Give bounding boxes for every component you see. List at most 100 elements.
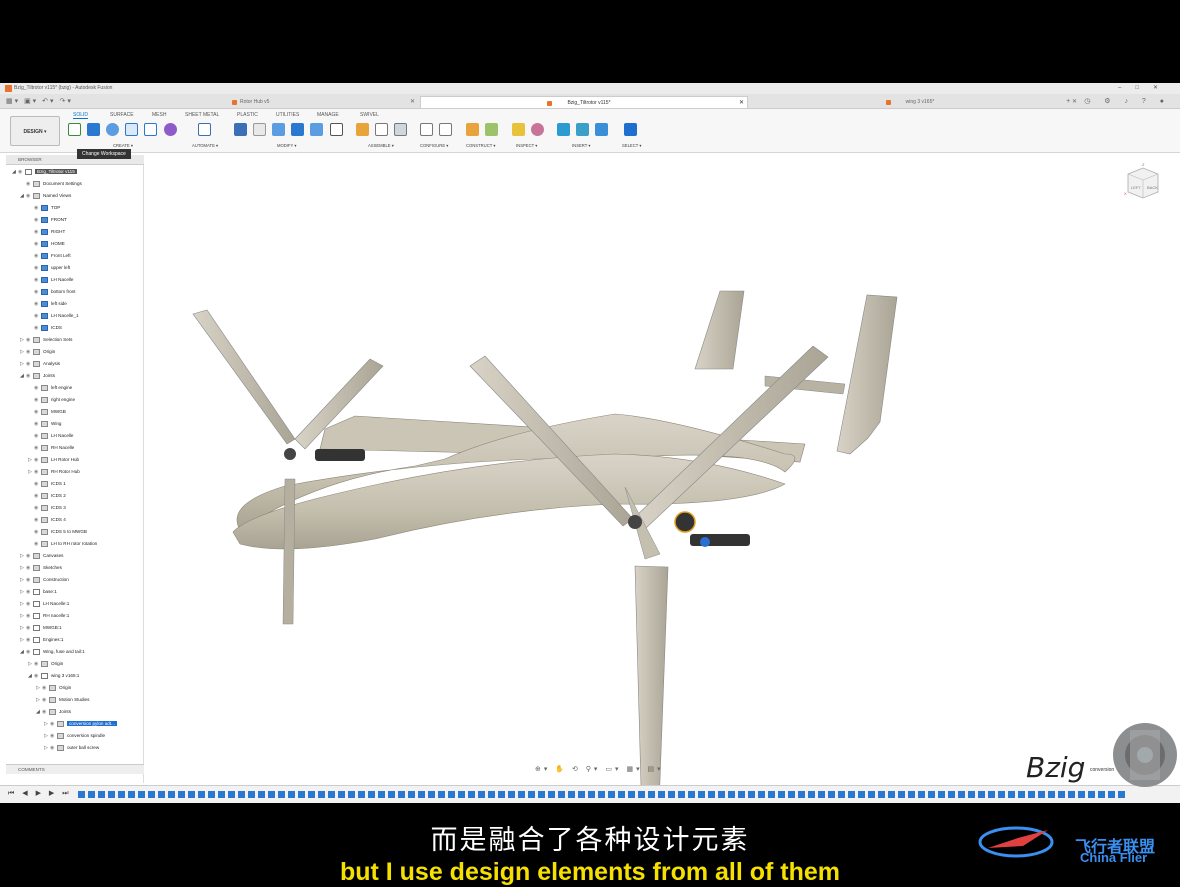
timeline-feature-icon[interactable] (708, 791, 715, 798)
group-label-automate[interactable]: AUTOMATE ▾ (192, 143, 218, 148)
timeline-feature-icon[interactable] (798, 791, 805, 798)
timeline-feature-icon[interactable] (598, 791, 605, 798)
close-icon[interactable]: ✕ (739, 97, 744, 109)
timeline-feature-icon[interactable] (728, 791, 735, 798)
navigation-bar[interactable]: ⊕▾ ✋ ⟲ ⚲▾ ▭▾ ▦▾ ▤▾ (535, 765, 664, 773)
tab-solid[interactable]: SOLID (73, 112, 89, 119)
timeline-feature-icon[interactable] (678, 791, 685, 798)
timeline-feature-icon[interactable] (1078, 791, 1085, 798)
browser-item[interactable]: ◉ right engine (28, 395, 75, 404)
timeline-feature-icon[interactable] (1008, 791, 1015, 798)
timeline-feature-icon[interactable] (408, 791, 415, 798)
timeline-feature-icon[interactable] (338, 791, 345, 798)
timeline-feature-icon[interactable] (168, 791, 175, 798)
visibility-eye-icon[interactable]: ◉ (26, 636, 33, 645)
timeline-feature-icon[interactable] (608, 791, 615, 798)
window-controls[interactable]: –□✕ (1118, 83, 1172, 94)
browser-item[interactable]: ▷ ◉ LH Nacelle:1 (20, 599, 69, 608)
browser-item[interactable]: ◢ ◉ wing 3 v165:1 (28, 671, 79, 680)
group-label-inspect[interactable]: INSPECT ▾ (516, 143, 537, 148)
timeline-feature-icon[interactable] (658, 791, 665, 798)
browser-item[interactable]: ▷ ◉ MWGB:1 (20, 623, 62, 632)
browser-item[interactable]: ◉ left engine (28, 383, 72, 392)
timeline-feature-icon[interactable] (288, 791, 295, 798)
timeline-feature-icon[interactable] (568, 791, 575, 798)
visibility-eye-icon[interactable]: ◉ (26, 192, 33, 201)
timeline-feature-icon[interactable] (928, 791, 935, 798)
visibility-eye-icon[interactable]: ◉ (26, 564, 33, 573)
browser-item[interactable]: ◢ ◉ Named Views (20, 191, 71, 200)
timeline-feature-icon[interactable] (758, 791, 765, 798)
timeline-feature-icon[interactable] (908, 791, 915, 798)
press-pull-icon[interactable] (234, 123, 247, 136)
timeline-feature-icon[interactable] (1038, 791, 1045, 798)
section-analysis-icon[interactable] (531, 123, 544, 136)
timeline-feature-icon[interactable] (78, 791, 85, 798)
timeline-feature-icon[interactable] (318, 791, 325, 798)
timeline-feature-icon[interactable] (638, 791, 645, 798)
timeline-feature-icon[interactable] (578, 791, 585, 798)
visibility-eye-icon[interactable]: ◉ (34, 660, 41, 669)
group-label-construct[interactable]: CONSTRUCT ▾ (466, 143, 495, 148)
fillet-icon[interactable] (253, 123, 266, 136)
group-label-configure[interactable]: CONFIGURE ▾ (420, 143, 448, 148)
timeline-feature-icon[interactable] (888, 791, 895, 798)
timeline-feature-icon[interactable] (778, 791, 785, 798)
browser-item[interactable]: ▷ ◉ Origin (28, 659, 63, 668)
visibility-eye-icon[interactable]: ◉ (26, 180, 33, 189)
automate-icon[interactable] (198, 123, 211, 136)
browser-item[interactable]: ◉ ICDS 4 (28, 515, 66, 524)
timeline-feature-icon[interactable] (838, 791, 845, 798)
timeline-feature-icon[interactable] (308, 791, 315, 798)
browser-item[interactable]: ◉ ICDS (28, 323, 62, 332)
browser-item[interactable]: ◉ ICDS 2 (28, 491, 66, 500)
shell-icon[interactable] (291, 123, 304, 136)
browser-item[interactable]: ▷ ◉ Engines:1 (20, 635, 63, 644)
group-label-create[interactable]: CREATE ▾ (113, 143, 133, 148)
timeline-feature-icon[interactable] (878, 791, 885, 798)
canvas-viewport[interactable]: LEFT BACK X Z ⊕▾ ✋ ⟲ ⚲▾ ▭▾ ▦▾ ▤▾ (145, 154, 1180, 803)
timeline-feature-icon[interactable] (938, 791, 945, 798)
visibility-eye-icon[interactable]: ◉ (34, 492, 41, 501)
visibility-eye-icon[interactable]: ◉ (34, 504, 41, 513)
timeline-feature-icon[interactable] (958, 791, 965, 798)
browser-item[interactable]: ◢ ◉ Joints (20, 371, 55, 380)
visibility-eye-icon[interactable]: ◉ (34, 468, 41, 477)
visibility-eye-icon[interactable]: ◉ (26, 552, 33, 561)
browser-item[interactable]: ▷ ◉ conversion pylon adt... (44, 719, 117, 728)
timeline-feature-icon[interactable] (138, 791, 145, 798)
visibility-eye-icon[interactable]: ◉ (34, 300, 41, 309)
browser-item[interactable]: ◉ LH to RH rotor rotation (28, 539, 97, 548)
timeline-feature-icon[interactable] (588, 791, 595, 798)
timeline-feature-icon[interactable] (738, 791, 745, 798)
create-sketch-icon[interactable] (68, 123, 81, 136)
timeline-feature-icon[interactable] (358, 791, 365, 798)
visibility-eye-icon[interactable]: ◉ (34, 276, 41, 285)
timeline-feature-icon[interactable] (108, 791, 115, 798)
timeline-feature-icon[interactable] (508, 791, 515, 798)
insert-mesh-icon[interactable] (576, 123, 589, 136)
visibility-eye-icon[interactable]: ◉ (34, 204, 41, 213)
browser-item[interactable]: ▷ ◉ Origin (36, 683, 71, 692)
tab-plastic[interactable]: PLASTIC (237, 112, 258, 118)
visibility-eye-icon[interactable]: ◉ (34, 480, 41, 489)
browser-item[interactable]: ◉ RIGHT (28, 227, 65, 236)
browser-item[interactable]: ◉ Wing (28, 419, 61, 428)
browser-item[interactable]: ▷ ◉ RH Rotor Hub (28, 467, 80, 476)
browser-item[interactable]: ◉ ICDS 1 (28, 479, 66, 488)
visibility-eye-icon[interactable]: ◉ (50, 744, 57, 753)
hole-icon[interactable] (125, 123, 138, 136)
group-label-modify[interactable]: MODIFY ▾ (277, 143, 296, 148)
timeline-feature-icon[interactable] (1068, 791, 1075, 798)
visibility-eye-icon[interactable]: ◉ (34, 216, 41, 225)
timeline-controls[interactable]: ⏮ ◀ ▶ ▶ ⏭ (8, 789, 72, 798)
timeline-feature-icon[interactable] (268, 791, 275, 798)
browser-item[interactable]: ◉ Document Settings (20, 179, 82, 188)
tab-sheet-metal[interactable]: SHEET METAL (185, 112, 219, 118)
visibility-eye-icon[interactable]: ◉ (26, 360, 33, 369)
timeline-feature-icon[interactable] (148, 791, 155, 798)
timeline-feature-icon[interactable] (998, 791, 1005, 798)
timeline-feature-icon[interactable] (208, 791, 215, 798)
browser-item[interactable]: ◉ FRONT (28, 215, 67, 224)
timeline-feature-icon[interactable] (1028, 791, 1035, 798)
